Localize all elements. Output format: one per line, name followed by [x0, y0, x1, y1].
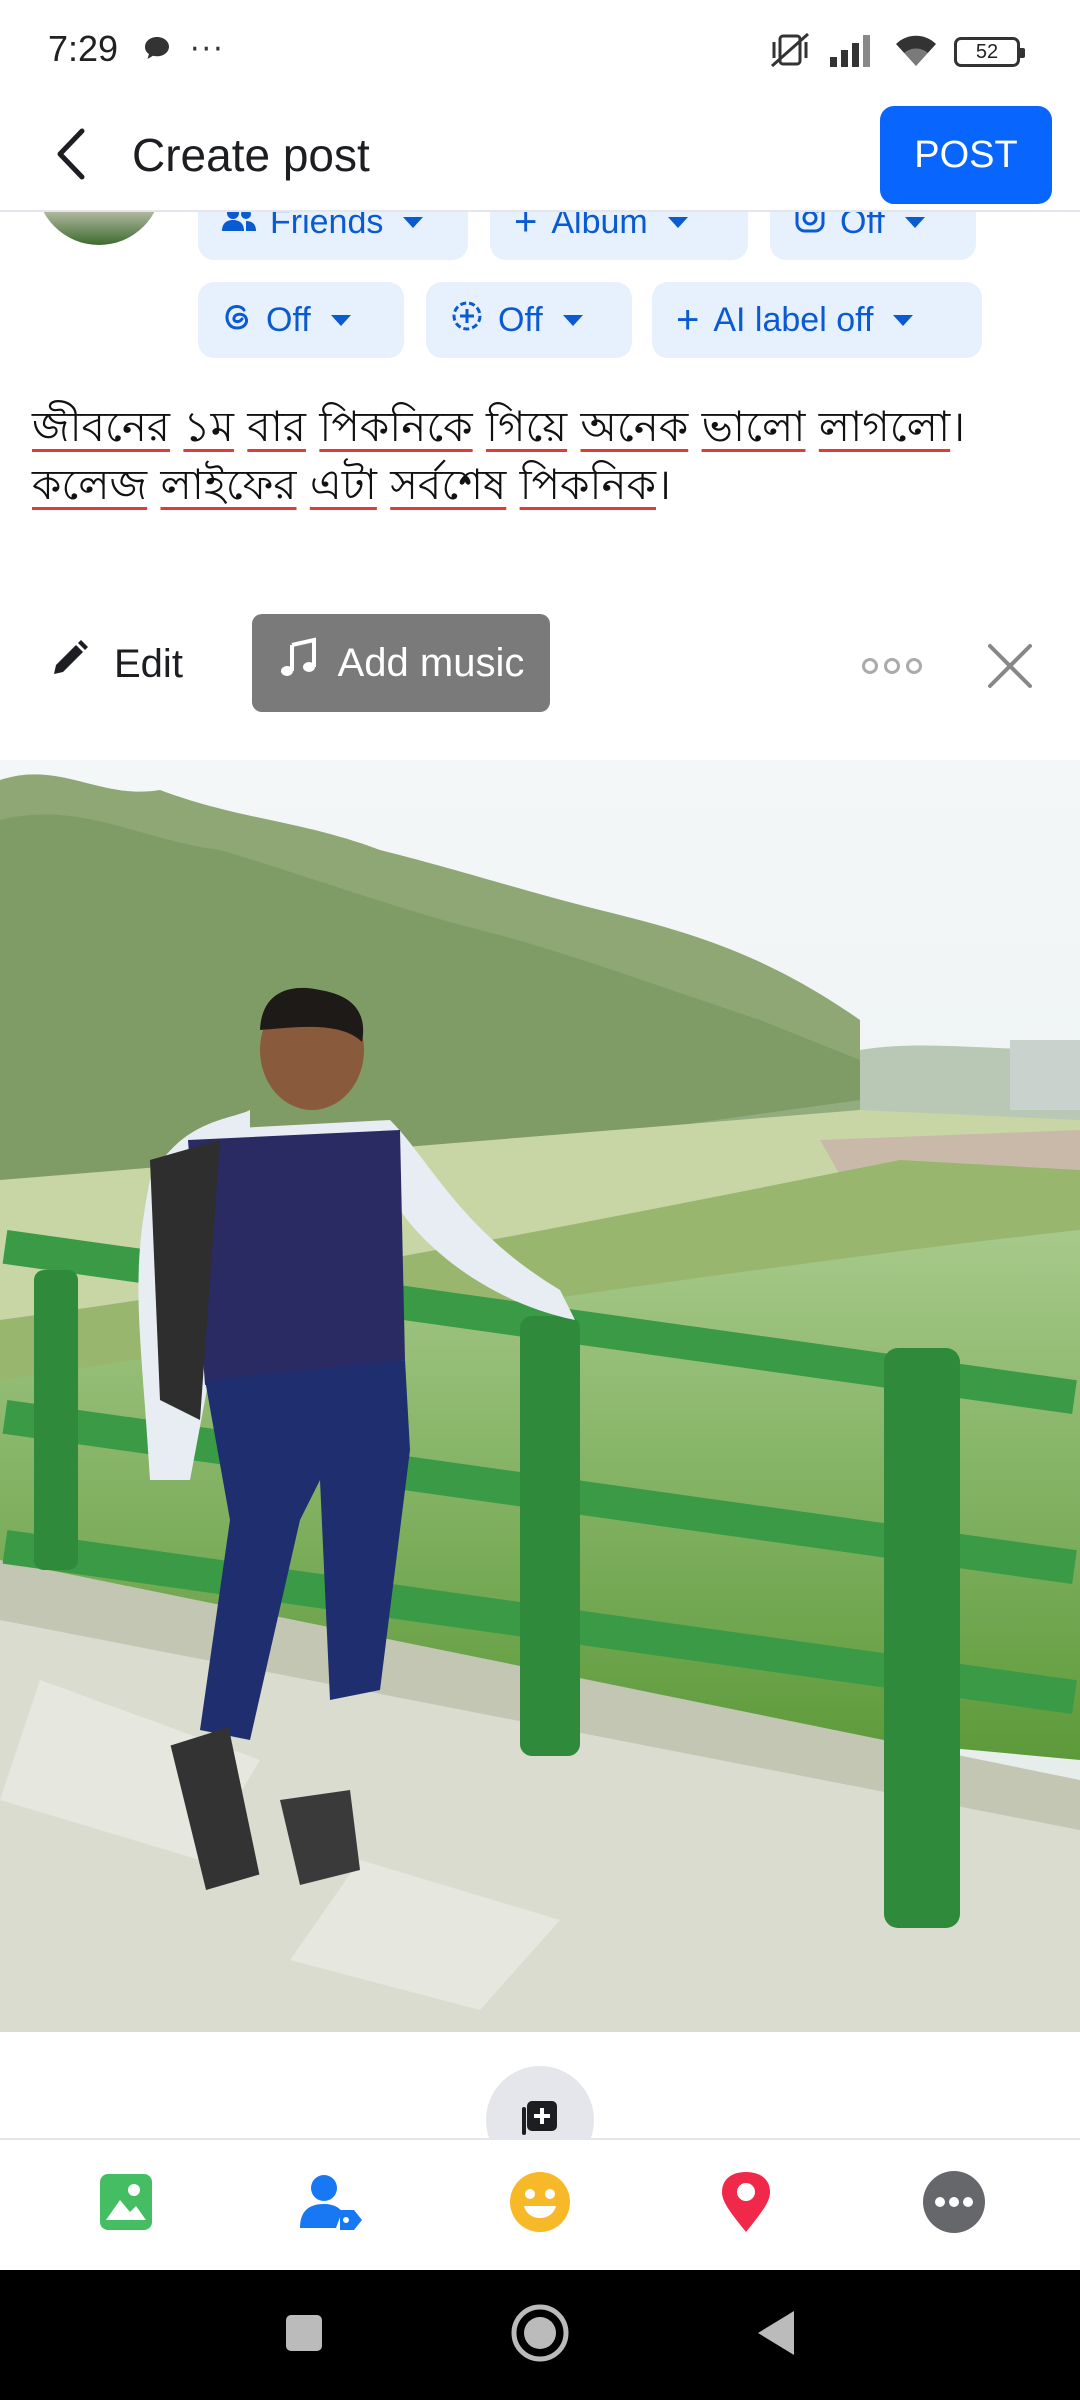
- vibrate-off-icon: [768, 30, 812, 74]
- location-button[interactable]: [708, 2166, 784, 2242]
- more-options-icon: [922, 2170, 986, 2238]
- post-word: ভালো: [701, 402, 806, 451]
- chat-bubble-icon: [142, 33, 172, 67]
- add-music-button[interactable]: Add music: [252, 614, 550, 712]
- signal-icon: [828, 33, 878, 71]
- add-music-label: Add music: [337, 640, 525, 685]
- photo-button[interactable]: [88, 2166, 164, 2242]
- feeling-icon: [508, 2170, 572, 2238]
- photo-icon: [98, 2172, 154, 2236]
- add-circle-icon: [450, 299, 484, 342]
- edit-button[interactable]: Edit: [48, 628, 183, 700]
- post-word: সর্বশেষ: [390, 460, 507, 509]
- status-left-icons: ···: [142, 32, 225, 67]
- back-nav-button[interactable]: [744, 2303, 808, 2367]
- back-arrow-icon: [52, 127, 92, 185]
- post-word: জীবনের: [32, 402, 171, 451]
- tag-people-icon: [300, 2172, 364, 2236]
- page-title: Create post: [132, 129, 370, 181]
- system-nav-bar: [0, 2270, 1080, 2400]
- battery-level: 52: [975, 40, 999, 63]
- chevron-down-icon: [403, 216, 424, 228]
- photo-content: [0, 760, 1080, 2032]
- crosspost-label: Off: [498, 300, 543, 339]
- chevron-down-icon: [893, 314, 914, 326]
- post-word: এটা: [309, 460, 377, 509]
- music-note-icon: [278, 637, 320, 689]
- post-word: পিকনিকে: [319, 402, 473, 451]
- plus-icon: +: [676, 298, 700, 342]
- post-word: লাইফের: [160, 460, 297, 509]
- attached-photo[interactable]: [0, 760, 1080, 2032]
- status-more: ···: [190, 32, 225, 67]
- ai-label-selector[interactable]: + AI label off: [652, 282, 982, 358]
- back-button[interactable]: [36, 120, 108, 192]
- status-bar: 7:29 ··· 52: [0, 0, 1080, 100]
- post-word: লাগলো: [818, 402, 951, 451]
- pencil-icon: [48, 638, 90, 690]
- remove-media-icon[interactable]: [984, 640, 1036, 692]
- back-triangle-icon: [754, 2309, 798, 2361]
- threads-toggle[interactable]: Off: [198, 282, 404, 358]
- battery-icon: 52: [954, 37, 1025, 67]
- line-end-mark: ।: [656, 460, 672, 509]
- status-right-icons: 52: [768, 30, 1025, 74]
- status-time: 7:29: [48, 28, 119, 69]
- post-word: ১ম: [183, 402, 234, 451]
- wifi-icon: [894, 32, 938, 72]
- post-text-line-1: জীবনের ১ম বার পিকনিকে গিয়ে অনেক ভালো লা…: [32, 398, 1048, 456]
- feeling-button[interactable]: [502, 2166, 578, 2242]
- post-word: বার: [247, 402, 306, 451]
- post-action-bar: [0, 2138, 1080, 2270]
- recents-icon: [284, 2313, 324, 2357]
- chevron-down-icon: [562, 314, 583, 326]
- location-icon: [720, 2170, 772, 2238]
- post-button[interactable]: POST: [880, 106, 1052, 204]
- media-more-icon[interactable]: [862, 658, 922, 674]
- chevron-down-icon: [904, 216, 925, 228]
- crosspost-toggle[interactable]: Off: [426, 282, 632, 358]
- more-options-button[interactable]: [916, 2166, 992, 2242]
- post-text-input[interactable]: জীবনের ১ম বার পিকনিকে গিয়ে অনেক ভালো লা…: [32, 398, 1048, 514]
- chevron-down-icon: [667, 216, 688, 228]
- ai-label-text: AI label off: [713, 300, 874, 339]
- header: Create post POST: [0, 100, 1080, 212]
- threads-icon: [222, 300, 252, 341]
- post-word: কলেজ: [32, 460, 148, 509]
- post-word: পিকনিক: [519, 460, 656, 509]
- post-word: অনেক: [580, 402, 689, 451]
- recents-button[interactable]: [272, 2303, 336, 2367]
- post-text-line-2: কলেজ লাইফের এটা সর্বশেষ পিকনিক।: [32, 456, 1048, 514]
- home-icon: [508, 2301, 572, 2369]
- line-end-mark: ।: [950, 402, 966, 451]
- edit-label: Edit: [114, 641, 183, 686]
- tag-people-button[interactable]: [294, 2166, 370, 2242]
- home-button[interactable]: [508, 2303, 572, 2367]
- chevron-down-icon: [330, 314, 351, 326]
- post-word: গিয়ে: [485, 402, 568, 451]
- threads-label: Off: [266, 300, 311, 339]
